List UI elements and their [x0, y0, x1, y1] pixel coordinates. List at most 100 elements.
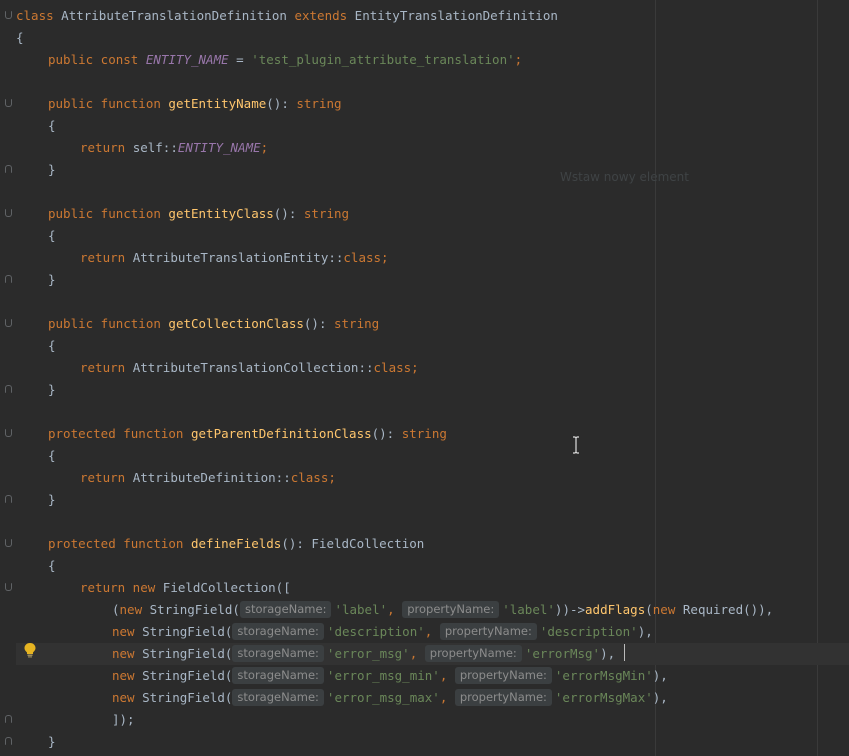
code-line[interactable]: { [16, 27, 24, 49]
keyword: class [290, 470, 329, 485]
function-name: getParentDefinitionClass [191, 426, 372, 441]
parameter-hint: propertyName: [424, 645, 522, 662]
code-line[interactable]: { [48, 445, 56, 467]
punctuation: ), [652, 690, 668, 705]
semicolon: ; [328, 470, 336, 485]
code-line[interactable]: new StringField(storageName:'error_msg',… [112, 643, 615, 665]
code-editor[interactable]: Wstaw nowy element class AttributeTransl… [0, 0, 849, 756]
fold-marker-icon[interactable] [5, 319, 12, 327]
identifier: AttributeDefinition:: [132, 470, 291, 485]
string-literal: 'error_msg' [326, 646, 410, 661]
string-literal: 'description' [539, 624, 638, 639]
punctuation: (): [303, 316, 334, 331]
function-name: getCollectionClass [168, 316, 304, 331]
code-line[interactable]: } [48, 269, 56, 291]
brace: } [48, 382, 56, 397]
string-literal: 'error_msg_max' [326, 690, 440, 705]
brace: } [48, 162, 56, 177]
fold-marker-icon[interactable] [5, 11, 12, 19]
constant: ENTITY_NAME [145, 52, 229, 67]
fold-marker-icon[interactable] [5, 539, 12, 547]
punctuation: (): [266, 96, 297, 111]
code-line[interactable]: } [48, 379, 56, 401]
return-type: (): FieldCollection [281, 536, 425, 551]
string-literal: 'test_plugin_attribute_translation' [251, 52, 515, 67]
identifier: AttributeTranslationEntity:: [132, 250, 344, 265]
string-literal: 'errorMsgMax' [554, 690, 653, 705]
code-line[interactable]: ]); [112, 709, 135, 731]
punctuation: ( [645, 602, 653, 617]
code-line[interactable]: new StringField(storageName:'error_msg_m… [112, 687, 668, 709]
keyword: new [112, 690, 143, 705]
parameter-hint: propertyName: [402, 601, 500, 618]
code-line[interactable]: new StringField(storageName:'description… [112, 621, 653, 643]
fold-marker-icon[interactable] [5, 737, 12, 745]
code-line[interactable]: public function getEntityName(): string [48, 93, 342, 115]
keyword: extends [294, 8, 348, 23]
fold-marker-icon[interactable] [5, 209, 12, 217]
semicolon: ; [411, 360, 419, 375]
identifier: StringField( [149, 602, 240, 617]
code-line[interactable]: return self::ENTITY_NAME; [80, 137, 268, 159]
code-line[interactable]: new StringField(storageName:'error_msg_m… [112, 665, 668, 687]
keyword: public const [48, 52, 146, 67]
parameter-hint: propertyName: [454, 689, 552, 706]
code-line[interactable]: { [48, 225, 56, 247]
fold-marker-icon[interactable] [5, 715, 12, 723]
fold-marker-icon[interactable] [5, 385, 12, 393]
parameter-hint: storageName: [232, 645, 324, 662]
function-name: defineFields [191, 536, 282, 551]
parent-class-name: EntityTranslationDefinition [347, 8, 558, 23]
code-line[interactable]: return new FieldCollection([ [80, 577, 291, 599]
function-name: getEntityClass [168, 206, 274, 221]
intention-bulb-icon[interactable] [23, 642, 37, 658]
ghost-hint-text: Wstaw nowy element [560, 170, 689, 184]
parameter-hint: storageName: [239, 601, 332, 618]
brace: } [48, 492, 56, 507]
fold-marker-icon[interactable] [5, 429, 12, 437]
code-line[interactable]: { [48, 115, 56, 137]
punctuation: (): [273, 206, 304, 221]
keyword: new [112, 624, 143, 639]
comma: , [424, 624, 440, 639]
identifier: StringField( [142, 690, 233, 705]
keyword: new [652, 602, 683, 617]
keyword: public function [48, 96, 169, 111]
code-line[interactable]: (new StringField(storageName:'label', pr… [112, 599, 773, 621]
return-type: string [401, 426, 447, 441]
return-type: string [303, 206, 350, 221]
semicolon: ; [381, 250, 389, 265]
code-line[interactable]: return AttributeTranslationCollection::c… [80, 357, 419, 379]
parameter-hint: storageName: [232, 667, 324, 684]
string-literal: 'errorMsg' [524, 646, 601, 661]
code-line[interactable]: return AttributeTranslationEntity::class… [80, 247, 389, 269]
fold-marker-icon[interactable] [5, 495, 12, 503]
parameter-hint: storageName: [232, 689, 324, 706]
code-line[interactable]: { [48, 335, 56, 357]
identifier: StringField( [142, 668, 233, 683]
code-line[interactable]: { [48, 555, 56, 577]
fold-marker-icon[interactable] [5, 275, 12, 283]
code-line[interactable]: protected function defineFields(): Field… [48, 533, 424, 555]
fold-marker-icon[interactable] [5, 165, 12, 173]
punctuation: ), [600, 646, 616, 661]
code-line[interactable]: } [48, 489, 56, 511]
code-line[interactable]: } [48, 159, 56, 181]
keyword: new [119, 602, 150, 617]
string-literal: 'error_msg_min' [326, 668, 440, 683]
code-line[interactable]: public function getEntityClass(): string [48, 203, 349, 225]
editor-gutter[interactable] [0, 0, 16, 756]
fold-marker-icon[interactable] [5, 99, 12, 107]
code-line[interactable]: public const ENTITY_NAME = 'test_plugin_… [48, 49, 522, 71]
operator: = [228, 52, 252, 67]
identifier: AttributeTranslationCollection:: [132, 360, 374, 375]
string-literal: 'label' [334, 602, 388, 617]
code-line[interactable]: protected function getParentDefinitionCl… [48, 423, 447, 445]
fold-marker-icon[interactable] [5, 583, 12, 591]
code-line[interactable]: return AttributeDefinition::class; [80, 467, 336, 489]
code-line[interactable]: class AttributeTranslationDefinition ext… [16, 5, 558, 27]
string-literal: 'description' [326, 624, 425, 639]
brace: { [48, 118, 56, 133]
code-line[interactable]: public function getCollectionClass(): st… [48, 313, 379, 335]
code-line[interactable]: } [48, 731, 56, 753]
